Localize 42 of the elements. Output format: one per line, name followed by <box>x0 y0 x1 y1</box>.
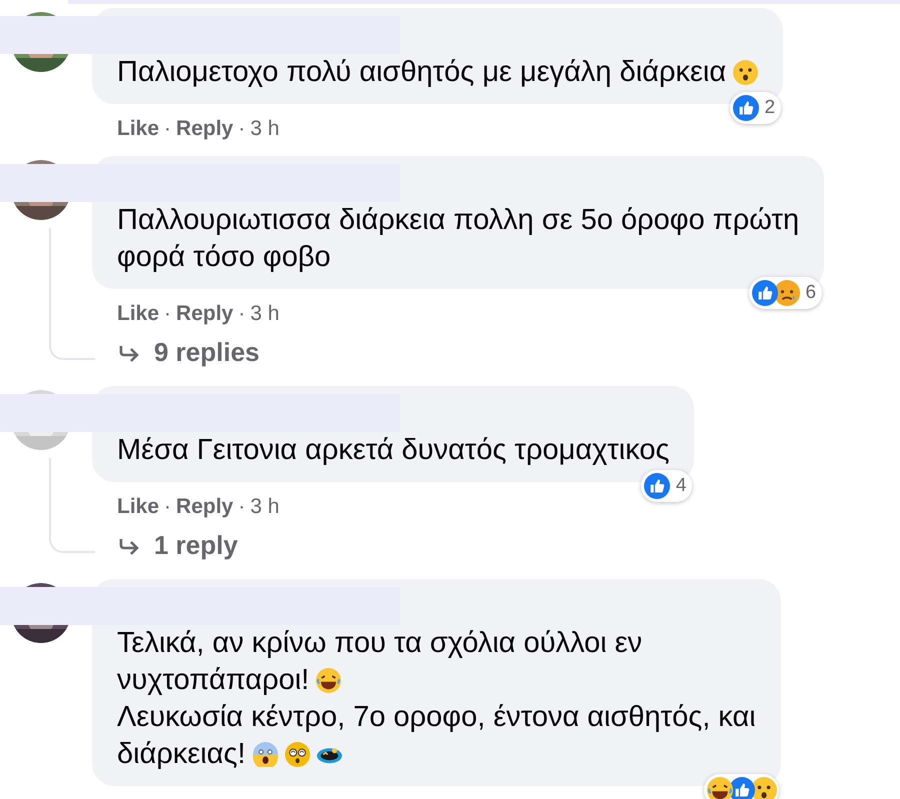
separator-dot: · <box>164 495 172 519</box>
action-link[interactable]: Reply <box>176 495 234 519</box>
crying-face-icon <box>774 280 800 306</box>
reactions-pill[interactable] <box>704 774 779 799</box>
laughing-face-icon <box>706 777 733 799</box>
timestamp: 3 h <box>250 117 280 141</box>
like-icon <box>728 777 755 799</box>
like-icon <box>732 95 759 121</box>
reply-arrow-icon <box>118 344 140 362</box>
separator-dot: · <box>238 117 246 141</box>
comment-text: φορά τόσο φοβο <box>117 240 331 275</box>
dizzy-face-icon <box>284 742 310 767</box>
action-link[interactable]: Reply <box>176 117 234 141</box>
action-link[interactable]: Like <box>117 302 160 326</box>
surprised-face-icon <box>733 60 758 85</box>
separator-dot: · <box>238 495 246 519</box>
comment-text: Μέσα Γειτονια αρκετά δυνατός τρομαχτικος <box>117 433 670 468</box>
like-icon <box>752 280 778 306</box>
timestamp: 3 h <box>250 495 280 519</box>
reactions-pill[interactable]: 4 <box>640 470 692 502</box>
comment-text: Παλλουριωτισσα διάρκεια πολλη σε 5ο όροφο πρώτη <box>117 203 800 238</box>
timestamp: 3 h <box>250 302 280 326</box>
action-link[interactable]: Like <box>117 117 160 141</box>
laughing-face-icon <box>316 668 342 693</box>
separator-dot: · <box>238 302 246 326</box>
reactions-pill[interactable]: 6 <box>748 277 822 309</box>
screaming-face-icon <box>252 742 278 767</box>
surprised-face-icon <box>750 777 777 799</box>
view-replies-link[interactable]: 1 reply <box>92 524 238 575</box>
action-link[interactable]: Like <box>117 495 160 519</box>
like-icon <box>644 473 670 499</box>
view-replies-link[interactable]: 9 replies <box>92 331 260 382</box>
comment-text: Τελικά, αν κρίνω που τα σχόλια ούλλοι εν <box>117 626 642 661</box>
action-link[interactable]: Reply <box>176 302 234 326</box>
comment-text: νυχτοπάπαροι! <box>117 663 310 698</box>
comment-text: Λευκωσία κέντρο, 7ο οροφο, έντονα αισθητός, και <box>117 700 756 735</box>
reactions-pill[interactable]: 2 <box>730 92 782 124</box>
comment-text: διάρκειας! <box>117 737 246 772</box>
separator-dot: · <box>164 117 172 141</box>
separator-dot: · <box>164 302 172 326</box>
reply-arrow-icon <box>118 536 140 554</box>
comment-text: Παλιομετοχο πολύ αισθητός με μεγάλη διάρκεια <box>117 55 726 90</box>
